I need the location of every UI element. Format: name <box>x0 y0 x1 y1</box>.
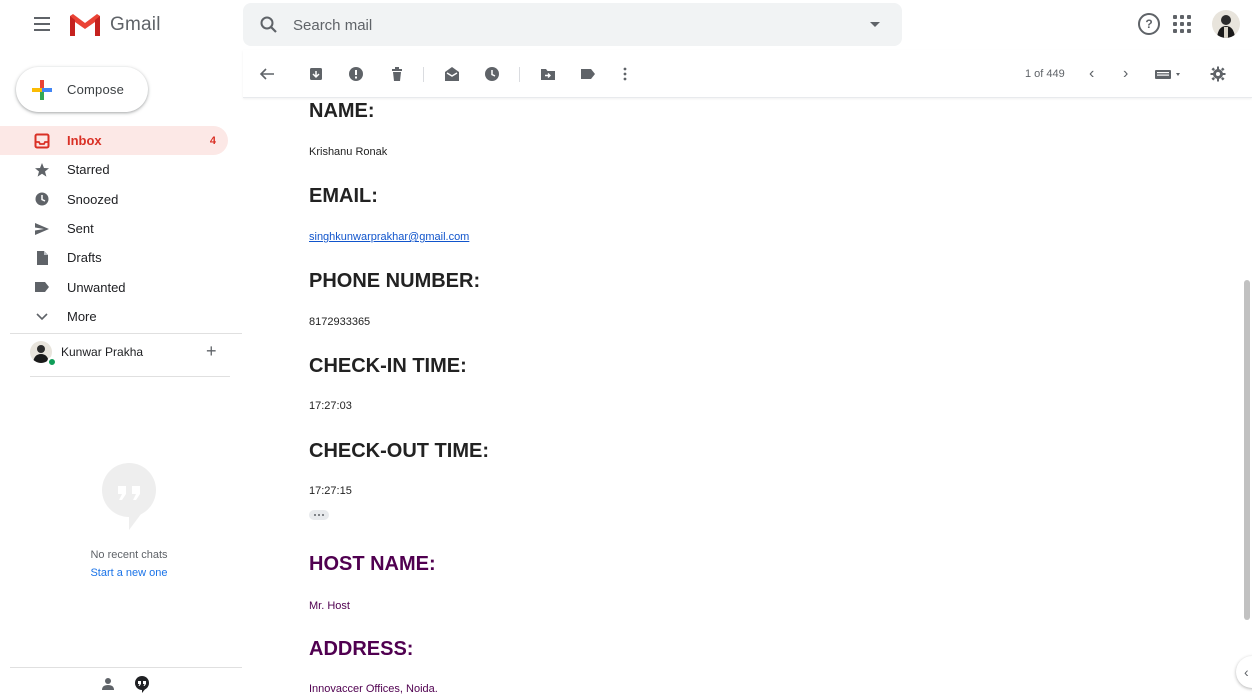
help-icon[interactable]: ? <box>1138 13 1160 35</box>
delete-icon[interactable] <box>389 66 405 82</box>
gmail-logo-text: Gmail <box>110 14 161 35</box>
search-options-icon[interactable] <box>870 22 880 27</box>
mark-unread-icon[interactable] <box>444 66 460 82</box>
field-heading-name: NAME: <box>309 100 375 122</box>
sidebar-item-label: Unwanted <box>67 279 126 295</box>
sidebar-nav: Inbox 4 Starred Snoozed Sent Drafts Unwa… <box>0 126 240 331</box>
settings-gear-icon[interactable] <box>1210 66 1226 82</box>
unread-count: 4 <box>209 134 216 147</box>
sidebar-item-more[interactable]: More <box>0 302 228 331</box>
main-menu-icon[interactable] <box>30 12 54 36</box>
field-heading-checkin: CHECK-IN TIME: <box>309 355 467 377</box>
sidebar-item-snoozed[interactable]: Snoozed <box>0 185 228 214</box>
sidebar-item-inbox[interactable]: Inbox 4 <box>0 126 228 156</box>
sidebar-item-label: More <box>67 308 97 324</box>
account-avatar[interactable] <box>1212 10 1240 38</box>
show-trimmed-content-button[interactable] <box>309 510 329 520</box>
person-silhouette-icon <box>1217 15 1235 38</box>
label-as-icon[interactable] <box>580 66 596 82</box>
field-value-checkin: 17:27:03 <box>309 400 352 412</box>
online-status-icon <box>47 357 57 367</box>
newer-chevron-icon[interactable]: ‹ <box>1089 65 1094 83</box>
sidebar-item-unwanted[interactable]: Unwanted <box>0 272 228 301</box>
sidebar-item-starred[interactable]: Starred <box>0 155 228 184</box>
sidebar-item-label: Starred <box>67 162 110 178</box>
email-link[interactable]: singhkunwarprakhar@gmail.com <box>309 231 469 243</box>
bottom-divider <box>10 667 242 668</box>
send-icon <box>34 221 50 237</box>
sidebar-item-label: Inbox <box>67 133 102 149</box>
sidebar-item-drafts[interactable]: Drafts <box>0 243 228 272</box>
clock-icon <box>34 191 50 207</box>
field-heading-host: HOST NAME: <box>309 553 436 575</box>
field-heading-checkout: CHECK-OUT TIME: <box>309 440 489 462</box>
side-panel-toggle-icon[interactable]: ‹ <box>1236 656 1252 688</box>
sidebar-item-label: Snoozed <box>67 191 119 207</box>
compose-plus-icon <box>32 80 52 100</box>
sidebar-item-sent[interactable]: Sent <box>0 214 228 243</box>
report-spam-icon[interactable] <box>348 66 364 82</box>
field-value-checkout: 17:27:15 <box>309 485 352 497</box>
field-value-name: Krishanu Ronak <box>309 146 388 158</box>
add-contact-icon[interactable]: + <box>206 341 217 362</box>
sidebar-item-label: Sent <box>67 221 94 237</box>
hangouts-divider <box>30 376 230 377</box>
apps-grid-icon[interactable] <box>1173 15 1191 33</box>
chevron-down-icon <box>34 308 50 324</box>
keyboard-input-icon[interactable] <box>1155 66 1183 82</box>
hangouts-user[interactable]: Kunwar Prakha + <box>30 341 230 369</box>
gmail-m-icon <box>68 12 102 38</box>
field-heading-address: ADDRESS: <box>309 638 414 660</box>
no-recent-chats-text: No recent chats <box>90 549 168 561</box>
label-icon <box>34 279 50 295</box>
compose-label: Compose <box>67 82 125 97</box>
compose-button[interactable]: Compose <box>16 67 148 112</box>
hangouts-icon[interactable] <box>133 675 151 693</box>
search-bar <box>243 3 902 46</box>
draft-icon <box>34 250 50 266</box>
more-options-icon[interactable] <box>617 66 633 82</box>
field-heading-phone: PHONE NUMBER: <box>309 270 481 292</box>
start-new-chat-link[interactable]: Start a new one <box>0 567 258 579</box>
move-to-icon[interactable] <box>540 66 556 82</box>
hangouts-user-name: Kunwar Prakha <box>61 345 144 359</box>
archive-icon[interactable] <box>308 66 324 82</box>
older-chevron-icon[interactable]: › <box>1123 65 1128 83</box>
person-icon[interactable] <box>100 676 116 692</box>
search-icon[interactable] <box>259 15 279 35</box>
inbox-icon <box>34 133 50 149</box>
toolbar-separator <box>519 67 520 82</box>
gmail-logo[interactable]: Gmail <box>68 12 161 38</box>
message-toolbar: 1 of 449 ‹ › <box>243 50 1252 98</box>
star-icon <box>34 162 50 178</box>
search-input[interactable] <box>293 15 853 35</box>
top-header: Gmail ? <box>0 0 1252 50</box>
field-heading-email: EMAIL: <box>309 185 378 207</box>
back-arrow-icon[interactable] <box>259 66 275 82</box>
field-value-address: Innovaccer Offices, Noida. <box>309 683 438 695</box>
toolbar-separator <box>423 67 424 82</box>
gmail-app: Gmail ? Compose <box>0 0 1252 696</box>
sidebar-divider <box>10 333 242 334</box>
message-count: 1 of 449 <box>1025 68 1065 80</box>
snooze-clock-icon[interactable] <box>484 66 500 82</box>
quote-bubble-icon <box>102 463 156 530</box>
sidebar-item-label: Drafts <box>67 250 102 266</box>
field-value-phone: 8172933365 <box>309 316 371 328</box>
field-value-host: Mr. Host <box>309 600 350 612</box>
scrollbar-thumb[interactable] <box>1244 280 1250 620</box>
